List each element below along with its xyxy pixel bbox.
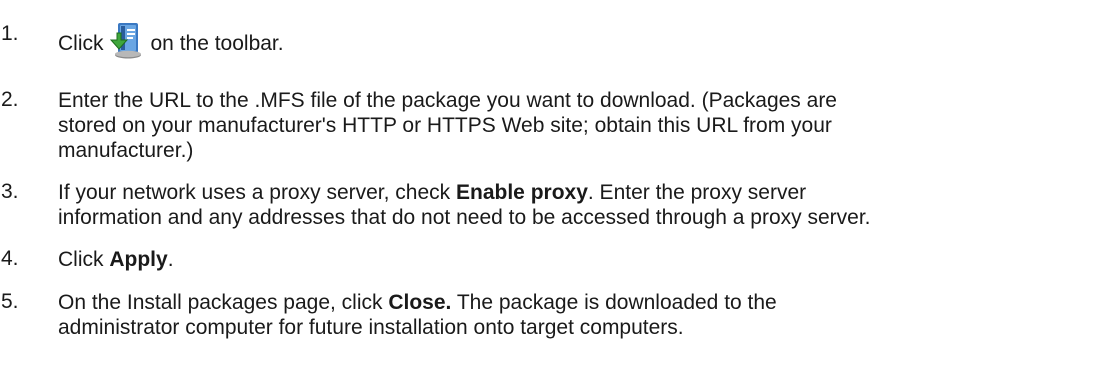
step-5: 5. On the Install packages page, click C… [0,290,1094,340]
step-text-line: manufacturer.) [58,139,194,162]
step-text: If your network uses a proxy server, che… [58,180,1094,230]
step-number: 1. [1,22,19,45]
step-text-part: The package is downloaded to the [451,291,777,314]
step-text-part: . [167,248,174,271]
step-text-part: . Enter the proxy server [587,181,807,204]
step-text-line: Enter the URL to the .MFS file of the pa… [58,89,837,112]
step-text: Click Apply. [58,247,1094,272]
step-text: On the Install packages page, click Clos… [58,290,1094,340]
instruction-steps: 1. Click on the toolbar. 2. Enter the UR… [0,0,1094,372]
step-text: Click on the toolbar. [58,22,1094,60]
step-3: 3. If your network uses a proxy server, … [0,180,1094,230]
step-text-before-icon: Click [58,32,104,55]
step-text-part: If your network uses a proxy server, che… [58,181,456,204]
step-text: Enter the URL to the .MFS file of the pa… [58,88,1094,163]
step-text-part: Click [58,248,110,271]
step-text-part: On the Install packages page, click [58,291,389,314]
step-text-line: information and any addresses that do no… [58,206,871,229]
step-1: 1. Click on the toolbar. [0,22,1094,60]
enable-proxy-option-label: Enable proxy [456,181,588,204]
step-number: 3. [1,180,19,203]
step-number: 4. [1,247,19,270]
close-button-label: Close. [388,291,452,314]
step-number: 5. [1,290,19,313]
step-2: 2. Enter the URL to the .MFS file of the… [0,88,1094,163]
step-number: 2. [1,88,19,111]
step-text-after-icon: on the toolbar. [150,32,284,55]
step-4: 4. Click Apply. [0,247,1094,272]
step-text-line: administrator computer for future instal… [58,316,684,339]
step-text-line: stored on your manufacturer's HTTP or HT… [58,114,832,137]
download-package-icon [109,22,145,60]
apply-button-label: Apply [109,248,168,271]
